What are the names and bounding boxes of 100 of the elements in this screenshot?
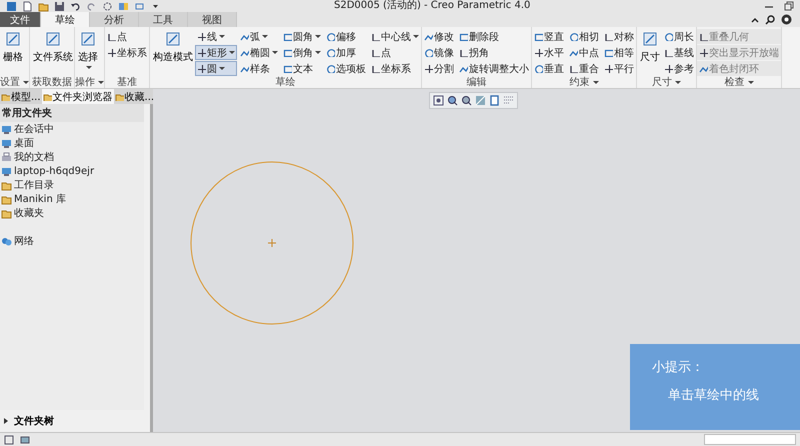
caret-icon[interactable]: [413, 35, 419, 38]
group-label[interactable]: 尺寸: [652, 76, 681, 88]
ribbon-button[interactable]: 基线: [662, 45, 696, 60]
folder-item[interactable]: 桌面: [0, 136, 144, 150]
group-label[interactable]: 设置: [0, 76, 29, 88]
folder-tree-toggle[interactable]: 文件夹树: [0, 414, 56, 428]
ribbon-button[interactable]: 删除段: [457, 29, 531, 44]
group-label[interactable]: 操作: [75, 76, 104, 88]
panel-tab[interactable]: 收藏...: [114, 89, 156, 104]
ribbon-button[interactable]: 加厚: [324, 45, 368, 60]
tool-icon: [604, 32, 613, 41]
caret-icon[interactable]: [315, 35, 321, 38]
group-label[interactable]: 草绘: [276, 76, 296, 88]
file-menu[interactable]: 文件: [0, 12, 41, 27]
caret-icon[interactable]: [229, 51, 235, 54]
group-label[interactable]: 获取数据: [32, 76, 72, 88]
ribbon-button[interactable]: 坐标系: [369, 61, 421, 76]
ribbon-button[interactable]: 弧: [238, 29, 280, 44]
ribbon-button[interactable]: 平行: [602, 61, 636, 76]
folder-item[interactable]: 工作目录: [0, 178, 144, 192]
caret-icon[interactable]: [219, 67, 225, 70]
ribbon-button[interactable]: 水平: [532, 45, 566, 60]
panel-tab[interactable]: 文件夹浏览器: [42, 89, 114, 104]
caret-icon[interactable]: [98, 80, 104, 84]
panel-tab[interactable]: 模型...: [0, 89, 42, 104]
ribbon-button[interactable]: 重合: [567, 61, 601, 76]
tool-icon: [699, 48, 708, 57]
app-icon[interactable]: [6, 0, 17, 12]
ribbon-button[interactable]: 构造模式: [152, 29, 194, 65]
ribbon-button[interactable]: 中心线: [369, 29, 421, 44]
zoom-out-icon[interactable]: [461, 95, 472, 106]
caret-icon[interactable]: [315, 51, 321, 54]
ribbon-button[interactable]: 样条: [238, 61, 280, 76]
redo-icon[interactable]: [86, 0, 97, 12]
ribbon-button[interactable]: 文本: [281, 61, 323, 76]
ribbon-button[interactable]: 周长: [662, 29, 696, 44]
ribbon-button[interactable]: 修改: [422, 29, 456, 44]
folder-item[interactable]: 在会话中: [0, 122, 144, 136]
window-title: S2D0005 (活动的) - Creo Parametric 4.0: [334, 0, 532, 12]
ribbon-button[interactable]: 镜像: [422, 45, 456, 60]
caret-icon[interactable]: [748, 80, 754, 84]
caret-icon[interactable]: [675, 80, 681, 84]
ribbon-tab[interactable]: 草绘: [41, 12, 90, 27]
ribbon-button[interactable]: 尺寸: [639, 29, 661, 65]
caret-icon[interactable]: [262, 35, 268, 38]
ribbon-tab[interactable]: 视图: [188, 12, 237, 27]
tool-icon: [197, 48, 206, 57]
computer-icon: [1, 138, 12, 148]
ribbon-button[interactable]: 点: [105, 29, 149, 44]
ribbon-button[interactable]: 竖直: [532, 29, 566, 44]
undo-icon[interactable]: [70, 0, 81, 12]
ribbon-button[interactable]: 相切: [567, 29, 601, 44]
search-icon[interactable]: [765, 14, 775, 24]
ribbon-button[interactable]: 分割: [422, 61, 456, 76]
zoom-in-icon[interactable]: [447, 95, 458, 106]
ribbon-button[interactable]: 选择: [77, 29, 99, 70]
ribbon-tab[interactable]: 工具: [139, 12, 188, 27]
group-label[interactable]: 约束: [570, 76, 598, 88]
tool-icon: [4, 30, 22, 48]
group-label[interactable]: 编辑: [466, 76, 486, 88]
filter-field[interactable]: [704, 434, 796, 445]
ribbon-button[interactable]: 相等: [602, 45, 636, 60]
folder-item[interactable]: 收藏夹: [0, 206, 144, 220]
ribbon-button[interactable]: 倒角: [281, 45, 323, 60]
group-label[interactable]: 基准: [117, 76, 137, 88]
ribbon-button[interactable]: 矩形: [195, 45, 237, 60]
folder-item[interactable]: 网络: [0, 234, 144, 248]
ribbon-button[interactable]: 中点: [567, 45, 601, 60]
ribbon-button[interactable]: 旋转调整大小: [457, 61, 531, 76]
window-icon[interactable]: [4, 434, 14, 444]
restore-icon[interactable]: [784, 1, 794, 11]
ribbon-button[interactable]: 坐标系: [105, 45, 149, 60]
ribbon-button[interactable]: 对称: [602, 29, 636, 44]
folder-icon: [1, 180, 12, 190]
save-icon[interactable]: [54, 0, 65, 12]
ribbon-button[interactable]: 文件系统: [32, 29, 74, 65]
ribbon-button[interactable]: 选项板: [324, 61, 368, 76]
ribbon-button[interactable]: 拐角: [457, 45, 531, 60]
group-label[interactable]: 检查: [724, 76, 754, 88]
graphics-icon[interactable]: [20, 434, 30, 444]
folder-item[interactable]: laptop-h6qd9ejr: [0, 164, 144, 178]
ribbon-button[interactable]: 椭圆: [238, 45, 280, 60]
ribbon-button[interactable]: 参考: [662, 61, 696, 76]
ribbon-button[interactable]: 垂直: [532, 61, 566, 76]
tool-icon: [164, 30, 182, 48]
caret-icon[interactable]: [592, 80, 598, 84]
ribbon-tab[interactable]: 分析: [90, 12, 139, 27]
ribbon-button[interactable]: 点: [369, 45, 421, 60]
ribbon-button[interactable]: 圆角: [281, 29, 323, 44]
caret-icon[interactable]: [272, 51, 278, 54]
ribbon-button[interactable]: 线: [195, 29, 237, 44]
ribbon-button[interactable]: 圆: [195, 61, 237, 76]
caret-icon[interactable]: [23, 80, 29, 84]
ribbon-button[interactable]: 栅格: [2, 29, 24, 65]
ribbon-button[interactable]: 偏移: [324, 29, 368, 44]
folder-item[interactable]: Manikin 库: [0, 192, 144, 206]
collapse-icon[interactable]: [751, 16, 759, 24]
folder-item[interactable]: 我的文档: [0, 150, 144, 164]
caret-icon[interactable]: [86, 66, 92, 69]
caret-icon[interactable]: [219, 35, 225, 38]
